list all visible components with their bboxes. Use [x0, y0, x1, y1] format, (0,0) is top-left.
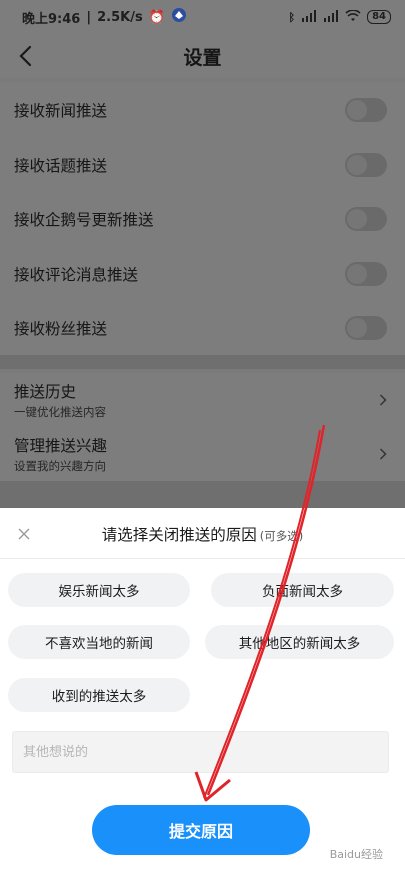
- setting-label: 接收企鹅号更新推送: [14, 210, 154, 229]
- setting-label: 接收评论消息推送: [14, 265, 139, 284]
- alarm-icon: ⏰: [148, 9, 165, 25]
- page-header: 设置: [0, 34, 405, 78]
- setting-comment-push: 接收评论消息推送: [0, 246, 405, 301]
- nav-title: 推送历史: [14, 383, 77, 401]
- setting-news-push: 接收新闻推送: [0, 82, 405, 137]
- penguin-push-toggle[interactable]: [345, 207, 387, 231]
- reason-chip[interactable]: 其他地区的新闻太多: [205, 625, 394, 659]
- nav-manage-interests[interactable]: 管理推送兴趣 设置我的兴趣方向: [0, 427, 405, 481]
- comment-push-toggle[interactable]: [345, 262, 387, 286]
- topic-push-toggle[interactable]: [345, 153, 387, 177]
- status-time: 晚上9:46: [22, 11, 81, 27]
- reason-chip[interactable]: 娱乐新闻太多: [8, 573, 190, 607]
- nav-push-history[interactable]: 推送历史 一键优化推送内容: [0, 373, 405, 427]
- nav-title: 管理推送兴趣: [14, 437, 108, 455]
- sheet-divider: [0, 558, 405, 559]
- fans-push-toggle[interactable]: [345, 316, 387, 340]
- chevron-left-icon: [19, 45, 32, 67]
- chevron-right-icon: [379, 394, 387, 406]
- status-speed: 2.5K/s: [97, 9, 143, 25]
- setting-topic-push: 接收话题推送: [0, 137, 405, 192]
- reason-chip[interactable]: 负面新闻太多: [211, 573, 394, 607]
- feedback-input[interactable]: [12, 731, 389, 773]
- reason-chip[interactable]: 收到的推送太多: [8, 678, 190, 712]
- setting-label: 接收新闻推送: [14, 101, 108, 120]
- setting-fans-push: 接收粉丝推送: [0, 300, 405, 355]
- status-separator: |: [86, 9, 92, 25]
- news-push-toggle[interactable]: [345, 98, 387, 122]
- signal-icon: [301, 9, 317, 25]
- status-bar: 晚上9:46 | 2.5K/s ⏰ ᛒ 84: [0, 0, 405, 34]
- page-title: 设置: [183, 46, 222, 69]
- app-notification-icon: [171, 7, 187, 27]
- back-button[interactable]: [16, 44, 38, 68]
- watermark: Baidu经验: [329, 848, 383, 861]
- signal-icon-2: [323, 9, 339, 25]
- sheet-title-text: 请选择关闭推送的原因: [101, 526, 257, 544]
- nav-subtitle: 设置我的兴趣方向: [14, 459, 106, 473]
- reason-chip[interactable]: 不喜欢当地的新闻: [8, 625, 190, 659]
- setting-penguin-push: 接收企鹅号更新推送: [0, 191, 405, 246]
- section-divider: [0, 481, 405, 508]
- sheet-title-hint: (可多选): [259, 529, 304, 543]
- sheet-title: 请选择关闭推送的原因 (可多选): [0, 523, 405, 545]
- close-reason-sheet: 请选择关闭推送的原因 (可多选) 娱乐新闻太多 负面新闻太多 不喜欢当地的新闻 其…: [0, 508, 405, 878]
- section-divider: [0, 355, 405, 369]
- submit-button[interactable]: 提交原因: [92, 805, 310, 855]
- bluetooth-icon: ᛒ: [288, 10, 296, 24]
- chevron-right-icon: [379, 448, 387, 460]
- battery-indicator: 84: [367, 10, 391, 24]
- setting-label: 接收话题推送: [14, 156, 108, 175]
- wifi-icon: [345, 8, 361, 25]
- setting-label: 接收粉丝推送: [14, 319, 108, 338]
- nav-subtitle: 一键优化推送内容: [14, 405, 106, 419]
